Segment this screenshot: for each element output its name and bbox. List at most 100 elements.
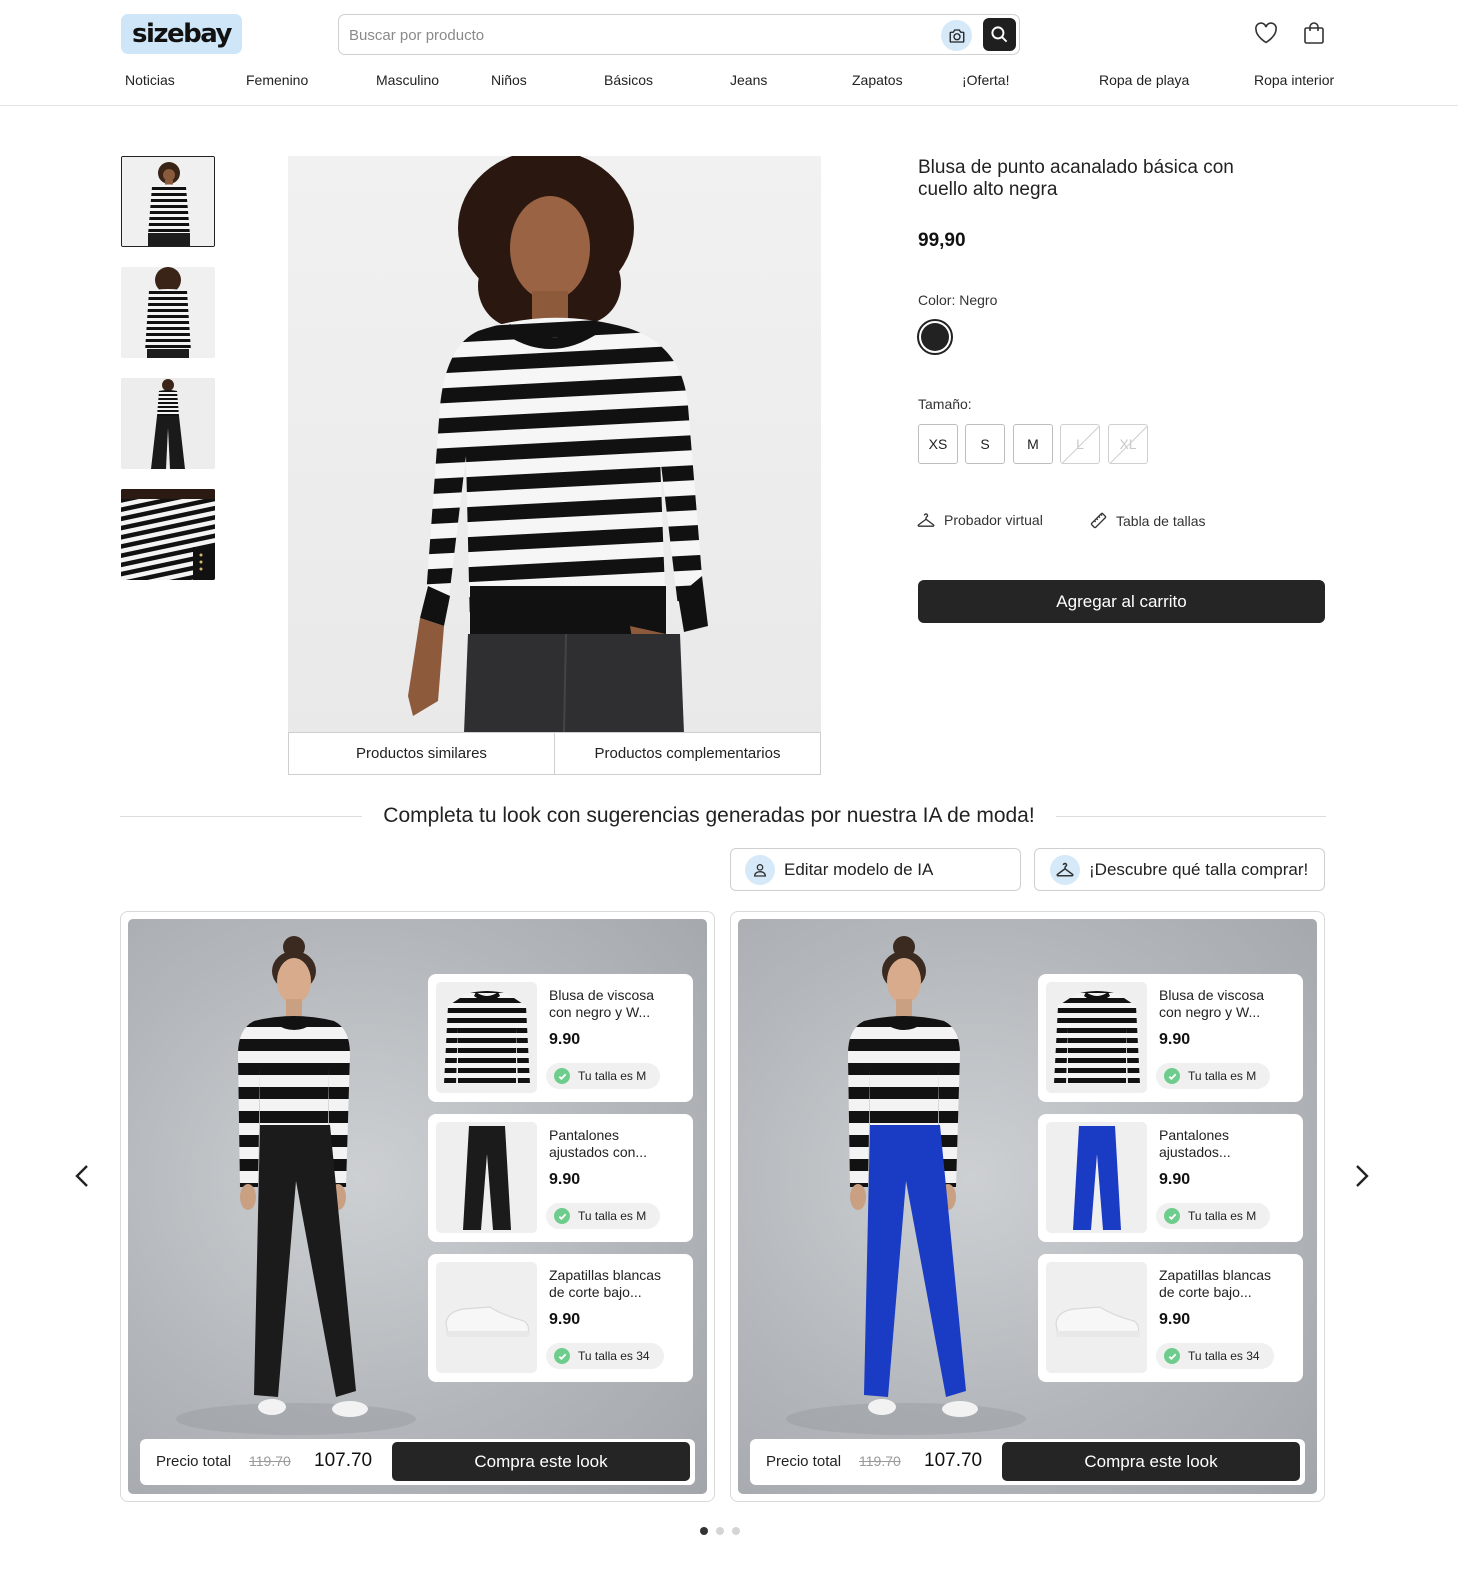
size-recommendation-text: Tu talla es 34 [1188,1349,1260,1363]
size-option-m[interactable]: M [1013,424,1053,464]
site-header: sizebay Noticias Femenino Masculino Niño… [0,0,1458,106]
user-icon [745,854,775,885]
wishlist-button[interactable] [1252,19,1280,47]
camera-search-button[interactable] [941,20,972,51]
buy-look-button[interactable]: Compra este look [1002,1442,1300,1481]
nav-item-zapatos[interactable]: Zapatos [852,72,903,88]
hanger-icon [917,513,935,527]
look-total-bar: Precio total 119.70 107.70 Compra este l… [750,1439,1305,1485]
item-image-sweater [436,982,537,1093]
thumbnail-image [121,489,215,580]
swatch-fill [921,323,949,351]
shopping-bag-icon [1304,22,1324,44]
size-option-xl[interactable]: XL [1108,424,1148,464]
look-model-photo[interactable]: Blusa de viscosa con negro y W... 9.90 T… [128,919,707,1494]
nav-item-noticias[interactable]: Noticias [125,72,175,88]
size-label: Tamaño: [918,396,972,412]
nav-item-basicos[interactable]: Básicos [604,72,653,88]
nav-item-ropa-de-playa[interactable]: Ropa de playa [1099,72,1189,88]
discover-size-label: ¡Descubre qué talla comprar! [1089,859,1309,879]
size-option-l[interactable]: L [1060,424,1100,464]
search-bar [338,14,1020,55]
nav-item-oferta[interactable]: ¡Oferta! [962,72,1009,88]
look-model-photo[interactable]: Blusa de viscosa con negro y W... 9.90 T… [738,919,1317,1494]
edit-ai-model-label: Editar modelo de IA [784,859,934,879]
heart-icon [1255,22,1277,44]
look-total-bar: Precio total 119.70 107.70 Compra este l… [140,1439,695,1485]
look-item-card[interactable]: Blusa de viscosa con negro y W... 9.90 T… [1038,974,1303,1102]
virtual-fitting-link[interactable]: Probador virtual [917,512,1043,528]
thumbnail-back[interactable] [121,267,215,358]
thumbnail-image [121,267,215,358]
tab-complementary-products[interactable]: Productos complementarios [554,733,820,774]
cart-button[interactable] [1300,19,1328,47]
check-icon [1164,1348,1180,1364]
tab-similar-products[interactable]: Productos similares [289,733,554,774]
size-recommendation-text: Tu talla es M [578,1209,647,1223]
chevron-right-icon [1356,1165,1369,1187]
size-recommendation-badge: Tu talla es 34 [1156,1343,1274,1369]
buy-look-button[interactable]: Compra este look [392,1442,690,1481]
check-icon [1164,1068,1180,1084]
size-recommendation-badge: Tu talla es M [546,1203,661,1229]
search-input[interactable] [349,23,929,47]
thumbnail-full-body[interactable] [121,378,215,469]
item-name: Zapatillas blancas de corte bajo... [549,1267,662,1300]
pagination-dot[interactable] [716,1527,724,1535]
item-image-sneakers [1046,1262,1147,1373]
sizebay-logo[interactable]: sizebay [121,14,242,54]
discounted-total-price: 107.70 [924,1450,983,1471]
size-recommendation-badge: Tu talla es M [546,1063,661,1089]
pagination-dot[interactable] [700,1527,708,1535]
size-recommendation-badge: Tu talla es M [1156,1203,1271,1229]
thumbnail-front[interactable] [121,156,215,247]
virtual-fitting-label: Probador virtual [944,512,1043,528]
item-price: 9.90 [549,1311,581,1328]
size-chart-link[interactable]: Tabla de tallas [1090,512,1206,529]
edit-ai-model-button[interactable]: Editar modelo de IA [730,848,1021,891]
item-price: 9.90 [1159,1171,1191,1188]
hanger-icon [1050,854,1080,885]
color-label: Color: Negro [918,292,998,308]
main-product-photo[interactable] [288,156,821,733]
carousel-next-button[interactable] [1346,1160,1378,1192]
nav-item-masculino[interactable]: Masculino [376,72,439,88]
search-button[interactable] [983,18,1016,51]
look-item-card[interactable]: Zapatillas blancas de corte bajo... 9.90… [1038,1254,1303,1382]
nav-item-jeans[interactable]: Jeans [730,72,767,88]
size-recommendation-text: Tu talla es 34 [578,1349,650,1363]
look-item-card[interactable]: Blusa de viscosa con negro y W... 9.90 T… [428,974,693,1102]
item-price: 9.90 [1159,1031,1191,1048]
nav-item-femenino[interactable]: Femenino [246,72,308,88]
item-name: Blusa de viscosa con negro y W... [1159,987,1265,1020]
item-image-pants [1046,1122,1147,1233]
item-name: Blusa de viscosa con negro y W... [549,987,655,1020]
check-icon [554,1348,570,1364]
nav-item-ropa-interior[interactable]: Ropa interior [1254,72,1334,88]
look-item-card[interactable]: Zapatillas blancas de corte bajo... 9.90… [428,1254,693,1382]
item-name: Pantalones ajustados con... [549,1127,648,1160]
nav-item-ninos[interactable]: Niños [491,72,527,88]
look-item-card[interactable]: Pantalones ajustados con... 9.90 Tu tall… [428,1114,693,1242]
size-option-xs[interactable]: XS [918,424,958,464]
ai-section-heading: Completa tu look con sugerencias generad… [383,804,1035,827]
heading-divider-left [120,816,362,817]
size-recommendation-text: Tu talla es M [578,1069,647,1083]
item-name: Pantalones ajustados... [1159,1127,1231,1160]
size-chart-label: Tabla de tallas [1116,512,1206,529]
check-icon [554,1208,570,1224]
camera-icon [949,28,964,43]
discover-size-button[interactable]: ¡Descubre qué talla comprar! [1034,848,1325,891]
total-price-label: Precio total [766,1453,842,1470]
carousel-prev-button[interactable] [66,1160,98,1192]
look-item-card[interactable]: Pantalones ajustados... 9.90 Tu talla es… [1038,1114,1303,1242]
color-swatch-black[interactable] [917,319,953,355]
size-option-s[interactable]: S [965,424,1005,464]
total-price-label: Precio total [156,1453,232,1470]
add-to-cart-button[interactable]: Agregar al carrito [918,580,1325,623]
item-price: 9.90 [549,1171,581,1188]
discounted-total-price: 107.70 [314,1450,373,1471]
ruler-icon [1090,512,1107,529]
pagination-dot[interactable] [732,1527,740,1535]
thumbnail-detail[interactable] [121,489,215,580]
